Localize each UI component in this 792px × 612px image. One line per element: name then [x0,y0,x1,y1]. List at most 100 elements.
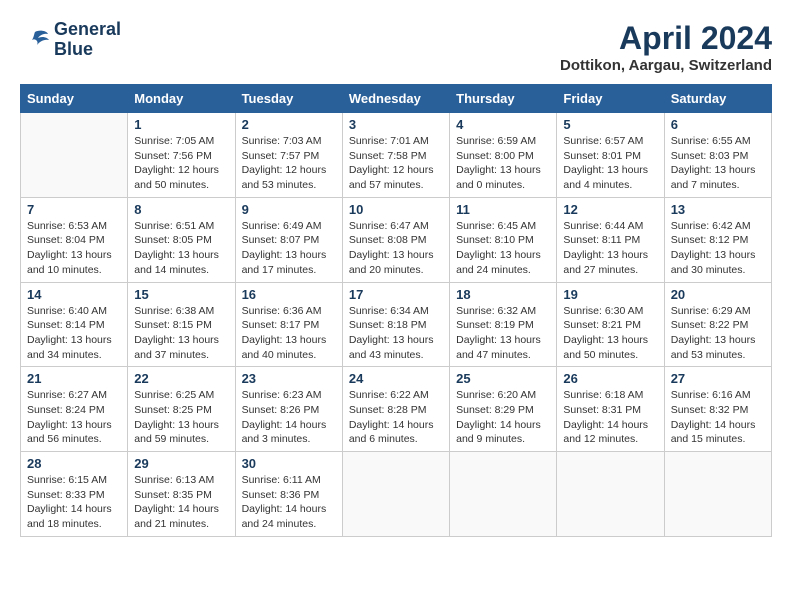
day-info: Sunrise: 6:55 AM Sunset: 8:03 PM Dayligh… [671,134,765,193]
day-number: 27 [671,371,765,386]
day-info: Sunrise: 6:49 AM Sunset: 8:07 PM Dayligh… [242,219,336,278]
logo: General Blue [20,20,121,60]
day-info: Sunrise: 6:40 AM Sunset: 8:14 PM Dayligh… [27,304,121,363]
calendar-table: Sunday Monday Tuesday Wednesday Thursday… [20,84,772,537]
calendar-cell: 5 Sunrise: 6:57 AM Sunset: 8:01 PM Daylig… [557,113,664,198]
day-number: 5 [563,117,657,132]
col-thursday: Thursday [450,85,557,113]
calendar-cell: 23Sunrise: 6:23 AM Sunset: 8:26 PM Dayli… [235,367,342,452]
calendar-cell: 22 Sunrise: 6:25 AM Sunset: 8:25 PM Dayli… [128,367,235,452]
day-number: 12 [563,202,657,217]
calendar-week-row: 14 Sunrise: 6:40 AM Sunset: 8:14 PM Dayli… [21,282,772,367]
day-info: Sunrise: 6:27 AM Sunset: 8:24 PM Dayligh… [27,388,121,447]
day-info: Sunrise: 6:42 AM Sunset: 8:12 PM Dayligh… [671,219,765,278]
logo-line2: Blue [54,39,93,59]
day-number: 24 [349,371,443,386]
calendar-cell: 17 Sunrise: 6:34 AM Sunset: 8:18 PM Dayli… [342,282,449,367]
day-info: Sunrise: 6:34 AM Sunset: 8:18 PM Dayligh… [349,304,443,363]
day-number: 23 [242,371,336,386]
day-info: Sunrise: 6:22 AM Sunset: 8:28 PM Dayligh… [349,388,443,447]
col-friday: Friday [557,85,664,113]
page-header: General Blue April 2024 Dottikon, Aargau… [20,20,772,74]
calendar-week-row: 7 Sunrise: 6:53 AM Sunset: 8:04 PM Daylig… [21,197,772,282]
calendar-cell: 24 Sunrise: 6:22 AM Sunset: 8:28 PM Dayli… [342,367,449,452]
logo-text: General Blue [54,20,121,60]
day-number: 13 [671,202,765,217]
location: Dottikon, Aargau, Switzerland [560,57,772,74]
calendar-cell: 25 Sunrise: 6:20 AM Sunset: 8:29 PM Dayli… [450,367,557,452]
day-info: Sunrise: 6:11 AM Sunset: 8:36 PM Dayligh… [242,473,336,532]
calendar-week-row: 1 Sunrise: 7:05 AM Sunset: 7:56 PM Daylig… [21,113,772,198]
calendar-cell [664,452,771,537]
calendar-cell: 27 Sunrise: 6:16 AM Sunset: 8:32 PM Dayli… [664,367,771,452]
calendar-cell: 3 Sunrise: 7:01 AM Sunset: 7:58 PM Daylig… [342,113,449,198]
calendar-cell: 9Sunrise: 6:49 AM Sunset: 8:07 PM Daylig… [235,197,342,282]
day-number: 20 [671,287,765,302]
calendar-cell: 16 Sunrise: 6:36 AM Sunset: 8:17 PM Dayli… [235,282,342,367]
day-number: 8 [134,202,228,217]
col-wednesday: Wednesday [342,85,449,113]
day-info: Sunrise: 6:57 AM Sunset: 8:01 PM Dayligh… [563,134,657,193]
day-info: Sunrise: 6:47 AM Sunset: 8:08 PM Dayligh… [349,219,443,278]
day-number: 10 [349,202,443,217]
day-info: Sunrise: 7:01 AM Sunset: 7:58 PM Dayligh… [349,134,443,193]
day-number: 3 [349,117,443,132]
calendar-cell: 14 Sunrise: 6:40 AM Sunset: 8:14 PM Dayli… [21,282,128,367]
calendar-week-row: 28Sunrise: 6:15 AM Sunset: 8:33 PM Dayli… [21,452,772,537]
calendar-cell: 4Sunrise: 6:59 AM Sunset: 8:00 PM Daylig… [450,113,557,198]
day-number: 30 [242,456,336,471]
calendar-cell [21,113,128,198]
calendar-cell: 7 Sunrise: 6:53 AM Sunset: 8:04 PM Daylig… [21,197,128,282]
day-number: 7 [27,202,121,217]
calendar-cell: 18 Sunrise: 6:32 AM Sunset: 8:19 PM Dayli… [450,282,557,367]
day-info: Sunrise: 7:03 AM Sunset: 7:57 PM Dayligh… [242,134,336,193]
logo-icon [20,28,50,52]
day-number: 29 [134,456,228,471]
calendar-cell: 8Sunrise: 6:51 AM Sunset: 8:05 PM Daylig… [128,197,235,282]
col-sunday: Sunday [21,85,128,113]
day-info: Sunrise: 6:53 AM Sunset: 8:04 PM Dayligh… [27,219,121,278]
calendar-header-row: Sunday Monday Tuesday Wednesday Thursday… [21,85,772,113]
day-info: Sunrise: 6:13 AM Sunset: 8:35 PM Dayligh… [134,473,228,532]
calendar-cell: 28Sunrise: 6:15 AM Sunset: 8:33 PM Dayli… [21,452,128,537]
calendar-cell [342,452,449,537]
day-number: 26 [563,371,657,386]
day-number: 25 [456,371,550,386]
day-info: Sunrise: 6:36 AM Sunset: 8:17 PM Dayligh… [242,304,336,363]
calendar-cell: 10 Sunrise: 6:47 AM Sunset: 8:08 PM Dayli… [342,197,449,282]
calendar-cell: 29 Sunrise: 6:13 AM Sunset: 8:35 PM Dayli… [128,452,235,537]
calendar-cell: 30 Sunrise: 6:11 AM Sunset: 8:36 PM Dayli… [235,452,342,537]
logo-line1: General [54,19,121,39]
day-info: Sunrise: 6:38 AM Sunset: 8:15 PM Dayligh… [134,304,228,363]
day-info: Sunrise: 6:32 AM Sunset: 8:19 PM Dayligh… [456,304,550,363]
day-number: 15 [134,287,228,302]
day-info: Sunrise: 6:16 AM Sunset: 8:32 PM Dayligh… [671,388,765,447]
day-info: Sunrise: 6:20 AM Sunset: 8:29 PM Dayligh… [456,388,550,447]
day-number: 22 [134,371,228,386]
day-number: 11 [456,202,550,217]
day-info: Sunrise: 6:59 AM Sunset: 8:00 PM Dayligh… [456,134,550,193]
day-number: 18 [456,287,550,302]
calendar-cell: 19Sunrise: 6:30 AM Sunset: 8:21 PM Dayli… [557,282,664,367]
day-number: 14 [27,287,121,302]
day-info: Sunrise: 6:44 AM Sunset: 8:11 PM Dayligh… [563,219,657,278]
title-block: April 2024 Dottikon, Aargau, Switzerland [560,20,772,74]
calendar-cell: 12 Sunrise: 6:44 AM Sunset: 8:11 PM Dayli… [557,197,664,282]
calendar-cell: 21 Sunrise: 6:27 AM Sunset: 8:24 PM Dayli… [21,367,128,452]
col-saturday: Saturday [664,85,771,113]
calendar-cell: 13 Sunrise: 6:42 AM Sunset: 8:12 PM Dayli… [664,197,771,282]
day-number: 6 [671,117,765,132]
day-number: 17 [349,287,443,302]
col-tuesday: Tuesday [235,85,342,113]
day-info: Sunrise: 6:25 AM Sunset: 8:25 PM Dayligh… [134,388,228,447]
day-number: 19 [563,287,657,302]
calendar-cell: 26Sunrise: 6:18 AM Sunset: 8:31 PM Dayli… [557,367,664,452]
day-number: 16 [242,287,336,302]
day-number: 21 [27,371,121,386]
calendar-cell [450,452,557,537]
month-title: April 2024 [560,20,772,57]
day-info: Sunrise: 7:05 AM Sunset: 7:56 PM Dayligh… [134,134,228,193]
day-info: Sunrise: 6:45 AM Sunset: 8:10 PM Dayligh… [456,219,550,278]
calendar-cell: 11 Sunrise: 6:45 AM Sunset: 8:10 PM Dayli… [450,197,557,282]
day-number: 1 [134,117,228,132]
